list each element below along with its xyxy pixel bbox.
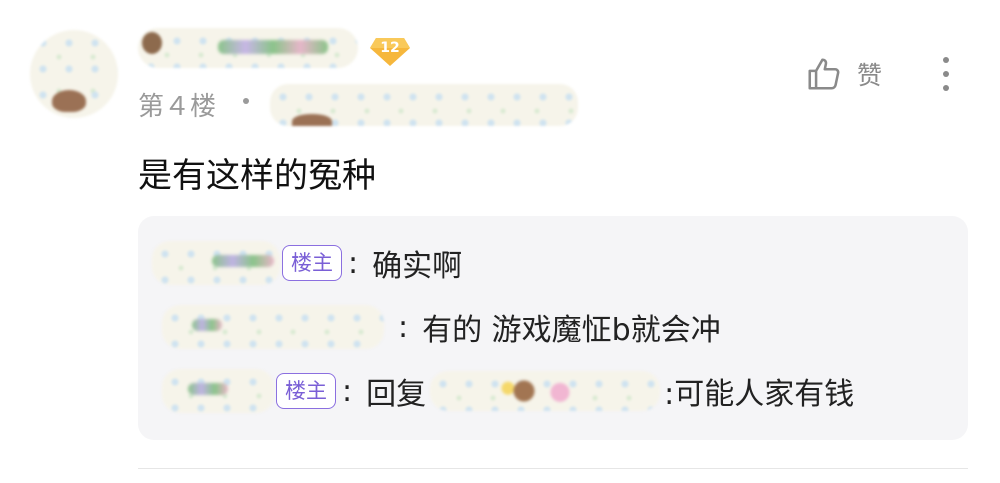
like-label: 赞 [857,61,883,90]
level-badge: 12 [370,34,410,66]
thumb-up-icon [808,58,840,90]
like-button[interactable]: 赞 [805,54,882,94]
meta-bear-decoration [292,114,332,126]
divider [138,468,968,469]
avatar-bear-decoration [52,90,86,112]
username-flowers [188,383,228,395]
reply-colon: : [348,245,359,281]
reply-username-blurred[interactable] [162,369,274,413]
reply-text: 确实啊 [372,249,463,284]
username-flowers [212,255,274,267]
more-button[interactable] [932,52,960,96]
reply-text: 有的 游戏魔怔b就会冲 [422,313,721,348]
reply-username-blurred[interactable] [152,241,280,285]
reply-thread[interactable]: 楼主 : 确实啊 : 有的 游戏魔怔b就会冲 楼主 : 回复 :可能人家有钱 [138,216,968,440]
username-decoration [142,32,162,54]
op-tag: 楼主 [276,373,336,409]
username-flowers [218,40,328,54]
op-tag: 楼主 [282,245,342,281]
mentioned-username-blurred[interactable] [430,371,661,411]
mention-decoration [500,377,581,405]
reply-item[interactable]: 楼主 : 确实啊 [152,238,462,288]
reply-colon: : [342,373,353,409]
meta-separator [243,98,249,104]
reply-prefix: 回复 [366,377,427,412]
more-vertical-icon [943,57,949,91]
level-number: 12 [380,40,400,56]
reply-text: :可能人家有钱 [664,377,855,412]
username-blurred[interactable] [138,28,358,68]
meta-info-blurred [270,84,578,126]
comment-text: 是有这样的冤种 [138,156,376,196]
reply-colon: : [398,309,409,345]
avatar[interactable] [30,30,118,118]
floor-label: 第４楼 [138,92,217,122]
username-flowers [192,319,222,331]
reply-username-blurred[interactable] [162,305,384,349]
reply-item[interactable]: 楼主 : 回复 :可能人家有钱 [162,366,854,416]
reply-item[interactable]: : 有的 游戏魔怔b就会冲 [162,302,721,352]
